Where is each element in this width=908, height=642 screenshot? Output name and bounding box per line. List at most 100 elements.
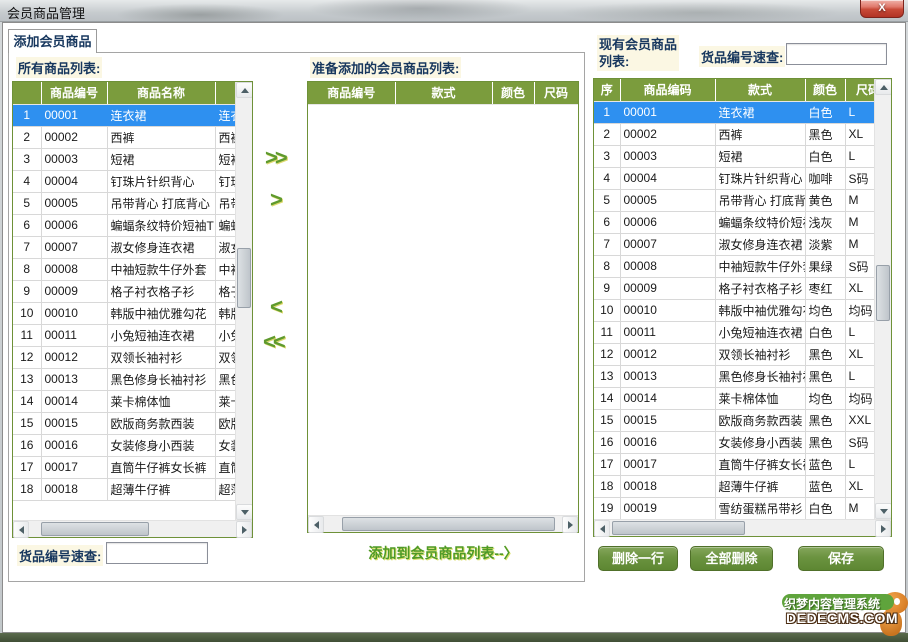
table-row[interactable]: 1100011小兔短袖连衣裙白色L xyxy=(594,321,874,343)
table-row[interactable]: 900009格子衬衣格子衫枣红XL xyxy=(594,277,874,299)
table-row[interactable]: 1500015欧版商务款西装欧版 xyxy=(13,412,235,434)
table-row[interactable]: 1600016女装修身小西装女装 xyxy=(13,434,235,456)
scroll-left-button[interactable] xyxy=(13,521,29,538)
scroll-left-button[interactable] xyxy=(594,520,610,537)
col-header-size[interactable]: 尺码 xyxy=(534,82,578,104)
scroll-right-button[interactable] xyxy=(562,516,578,533)
table-row[interactable]: 1300013黑色修身长袖衬衫黑色 xyxy=(13,368,235,390)
cell-num: 17 xyxy=(594,453,620,475)
scrollbar-thumb[interactable] xyxy=(612,521,745,535)
cell-num: 15 xyxy=(13,412,41,434)
table-row[interactable]: 800008中袖短款牛仔外套中袖 xyxy=(13,258,235,280)
col-header-size[interactable]: 尺码 xyxy=(845,79,874,101)
table-row[interactable]: 1400014莱卡棉体恤均色均码 xyxy=(594,387,874,409)
cell-style: 双领 xyxy=(215,346,235,368)
table-row[interactable]: 300003短裙短裙 xyxy=(13,148,235,170)
table-row[interactable]: 400004钉珠片针织背心钉珠 xyxy=(13,170,235,192)
save-button[interactable]: 保存 xyxy=(798,546,884,571)
table-row[interactable]: 1800018超薄牛仔裤蓝色XL xyxy=(594,475,874,497)
table-row[interactable]: 700007淑女修身连衣裙淡紫M xyxy=(594,233,874,255)
col-header-product-name[interactable]: 商品名称 xyxy=(107,82,215,104)
delete-all-button[interactable]: 全部删除 xyxy=(690,546,773,571)
table-row[interactable]: 600006蝙蝠条纹特价短袖T蝙蝠 xyxy=(13,214,235,236)
table-row[interactable]: 1700017直筒牛仔裤女长裤蓝色L xyxy=(594,453,874,475)
scroll-up-button[interactable] xyxy=(236,82,252,98)
col-header-rownum[interactable] xyxy=(13,82,41,104)
scroll-right-button[interactable] xyxy=(875,520,891,537)
quick-search-input-left[interactable] xyxy=(106,542,208,564)
col-header-style[interactable]: 款式 xyxy=(715,79,805,101)
all-products-label: 所有商品列表: xyxy=(16,57,102,78)
scrollbar-thumb[interactable] xyxy=(342,517,555,531)
col-header-seq[interactable]: 序 xyxy=(594,79,620,101)
watermark-domain: DEDECMS.COM xyxy=(786,610,898,626)
table-row[interactable]: 100001连衣裙白色L xyxy=(594,101,874,123)
scroll-down-button[interactable] xyxy=(875,503,891,519)
move-all-left-button[interactable]: << xyxy=(263,331,283,353)
table-row[interactable]: 800008中袖短款牛仔外套果绿S码 xyxy=(594,255,874,277)
scroll-right-button[interactable] xyxy=(236,521,252,538)
table-row[interactable]: 1900019雪纺蛋糕吊带衫白色M xyxy=(594,497,874,519)
table-row[interactable]: 400004钉珠片针织背心咖啡S码 xyxy=(594,167,874,189)
col-header-color[interactable]: 颜色 xyxy=(805,79,845,101)
cell-style: 黑色 xyxy=(215,368,235,390)
cell-code: 00001 xyxy=(620,101,715,123)
cell-num: 2 xyxy=(594,123,620,145)
scrollbar-track[interactable] xyxy=(29,521,236,537)
scrollbar-track[interactable] xyxy=(610,520,875,536)
scrollbar-track[interactable] xyxy=(324,516,562,532)
scrollbar-track[interactable] xyxy=(875,95,891,503)
col-header-product-code[interactable]: 商品编码 xyxy=(620,79,715,101)
table-row[interactable]: 1200012双领长袖衬衫双领 xyxy=(13,346,235,368)
col-header-product-code[interactable]: 商品编号 xyxy=(41,82,107,104)
horizontal-scrollbar[interactable] xyxy=(308,515,578,532)
table-row[interactable]: 1600016女装修身小西装黑色S码 xyxy=(594,431,874,453)
vertical-scrollbar[interactable] xyxy=(235,82,252,520)
table-row[interactable]: 1400014莱卡棉体恤莱卡 xyxy=(13,390,235,412)
scroll-left-button[interactable] xyxy=(308,516,324,533)
table-row[interactable]: 100001连衣裙连衣 xyxy=(13,104,235,126)
vertical-scrollbar[interactable] xyxy=(874,79,891,519)
table-row[interactable]: 1700017直筒牛仔裤女长裤直筒 xyxy=(13,456,235,478)
table-row[interactable]: 600006蝙蝠条纹特价短袖T浅灰M xyxy=(594,211,874,233)
cell-code: 00009 xyxy=(620,277,715,299)
scrollbar-track[interactable] xyxy=(236,98,252,504)
table-row[interactable]: 1100011小兔短袖连衣裙小兔 xyxy=(13,324,235,346)
col-header-color[interactable]: 颜色 xyxy=(492,82,534,104)
quick-search-input-right[interactable] xyxy=(786,43,887,65)
delete-row-button[interactable]: 删除一行 xyxy=(598,546,678,571)
cell-style: 直筒牛仔裤女长裤 xyxy=(715,453,805,475)
table-row[interactable]: 1800018超薄牛仔裤超薄 xyxy=(13,478,235,500)
cell-num: 9 xyxy=(13,280,41,302)
table-row[interactable]: 700007淑女修身连衣裙淑女 xyxy=(13,236,235,258)
cell-num: 4 xyxy=(594,167,620,189)
table-row[interactable]: 500005吊带背心 打底背心吊带 xyxy=(13,192,235,214)
scrollbar-thumb[interactable] xyxy=(41,522,149,536)
scroll-up-button[interactable] xyxy=(875,79,891,95)
table-row[interactable]: 1300013黑色修身长袖衬衫黑色L xyxy=(594,365,874,387)
move-all-right-button[interactable]: >> xyxy=(265,147,285,169)
col-header-product-code[interactable]: 商品编号 xyxy=(308,82,395,104)
tab-add-member-products[interactable]: 添加会员商品 xyxy=(8,29,97,53)
table-row[interactable]: 200002西裤黑色XL xyxy=(594,123,874,145)
table-row[interactable]: 1000010韩版中袖优雅勾花均色均码 xyxy=(594,299,874,321)
horizontal-scrollbar[interactable] xyxy=(594,519,891,536)
add-to-member-list-link[interactable]: 添加到会员商品列表--〉 xyxy=(307,543,579,563)
table-row[interactable]: 1200012双领长袖衬衫黑色XL xyxy=(594,343,874,365)
scrollbar-thumb[interactable] xyxy=(876,265,890,321)
col-header-clipped[interactable] xyxy=(215,82,235,104)
table-row[interactable]: 900009格子衬衣格子衫格子 xyxy=(13,280,235,302)
table-row[interactable]: 300003短裙白色L xyxy=(594,145,874,167)
move-one-left-button[interactable]: < xyxy=(270,296,280,318)
scroll-down-button[interactable] xyxy=(236,504,252,520)
col-header-style[interactable]: 款式 xyxy=(395,82,492,104)
pending-products-label: 准备添加的会员商品列表: xyxy=(310,57,461,78)
table-row[interactable]: 1000010韩版中袖优雅勾花韩版 xyxy=(13,302,235,324)
horizontal-scrollbar[interactable] xyxy=(13,520,252,537)
cell-num: 5 xyxy=(13,192,41,214)
table-row[interactable]: 1500015欧版商务款西装黑色XXL xyxy=(594,409,874,431)
move-one-right-button[interactable]: > xyxy=(270,189,280,211)
table-row[interactable]: 500005吊带背心 打底背心黄色M xyxy=(594,189,874,211)
scrollbar-thumb[interactable] xyxy=(237,248,251,308)
table-row[interactable]: 200002西裤西裤 xyxy=(13,126,235,148)
